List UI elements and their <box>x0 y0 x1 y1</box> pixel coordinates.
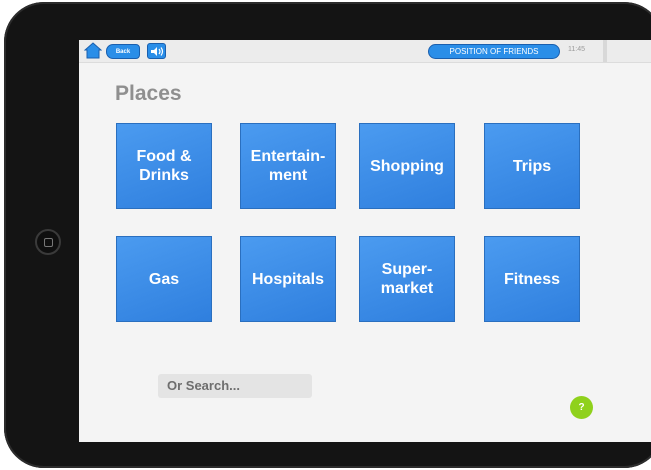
topbar-divider <box>603 40 607 62</box>
clock-time: 11:45 <box>568 46 585 53</box>
tile-entertainment[interactable]: Entertain- ment <box>240 123 336 209</box>
speaker-icon <box>151 47 164 56</box>
search-input[interactable]: Or Search... <box>158 374 312 398</box>
tile-fitness[interactable]: Fitness <box>484 236 580 322</box>
page-title: Places <box>115 82 182 105</box>
top-bar: Back POSITION OF FRIENDS 11:45 <box>79 40 651 63</box>
tile-trips[interactable]: Trips <box>484 123 580 209</box>
tile-supermarket[interactable]: Super- market <box>359 236 455 322</box>
app-screen: Back POSITION OF FRIENDS 11:45 Places Fo… <box>79 40 651 442</box>
help-button[interactable]: ? <box>570 396 593 419</box>
tile-shopping[interactable]: Shopping <box>359 123 455 209</box>
position-of-friends-button[interactable]: POSITION OF FRIENDS <box>428 44 560 59</box>
home-icon[interactable] <box>84 42 102 59</box>
device-home-button[interactable] <box>35 229 61 255</box>
tile-hospitals[interactable]: Hospitals <box>240 236 336 322</box>
home-square-icon <box>44 238 53 247</box>
tile-gas[interactable]: Gas <box>116 236 212 322</box>
sound-button[interactable] <box>147 43 166 59</box>
tile-food-drinks[interactable]: Food & Drinks <box>116 123 212 209</box>
back-button[interactable]: Back <box>106 44 140 59</box>
